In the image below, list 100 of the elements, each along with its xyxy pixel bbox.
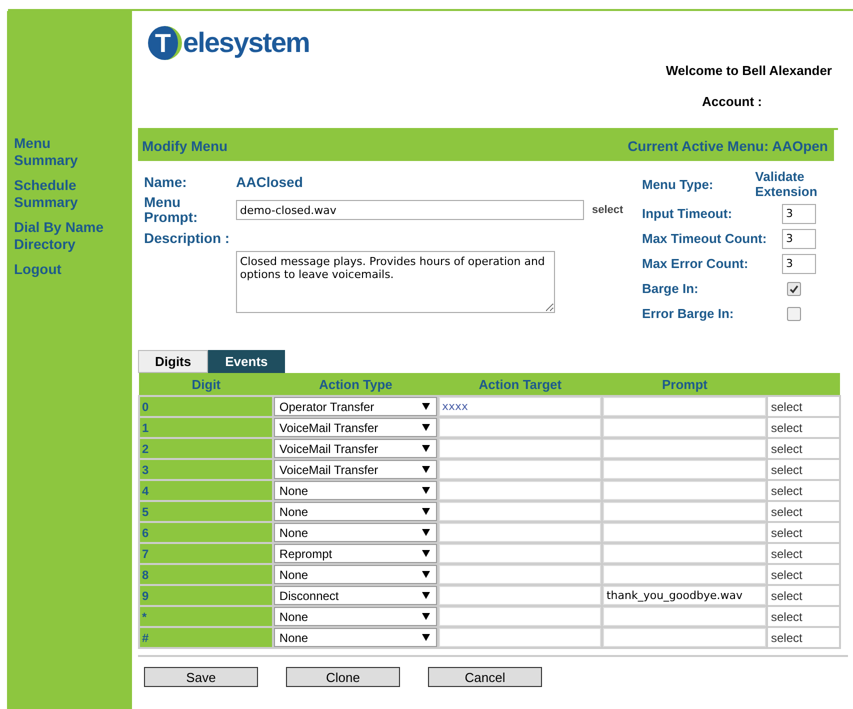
- prompt-field[interactable]: thank_you_goodbye.wav: [603, 586, 766, 605]
- logo-mark: T: [148, 26, 182, 60]
- target-field[interactable]: xxxx: [438, 397, 602, 416]
- caret-icon: [422, 445, 430, 452]
- select-link[interactable]: select: [767, 564, 840, 585]
- caret-icon: [422, 550, 430, 557]
- select-link[interactable]: select: [767, 396, 840, 417]
- menu-type-value: Validate Extension: [755, 169, 818, 199]
- field-label: Menu Prompt:: [144, 195, 199, 225]
- action-dropdown[interactable]: None: [274, 607, 437, 626]
- select-link[interactable]: select: [767, 417, 840, 438]
- welcome-text: Welcome to Bell Alexander: [666, 63, 832, 78]
- select-link[interactable]: select: [767, 480, 840, 501]
- digit-cell: *: [139, 606, 274, 627]
- action-dropdown[interactable]: VoiceMail Transfer: [274, 439, 437, 458]
- nav-link[interactable]: Menu Summary: [7, 135, 114, 169]
- target-field[interactable]: [438, 586, 602, 605]
- prompt-field[interactable]: [603, 502, 766, 521]
- column-header: Digit: [139, 373, 274, 396]
- action-dropdown[interactable]: Reprompt: [274, 544, 437, 563]
- target-field[interactable]: [438, 460, 602, 479]
- select-link[interactable]: select: [767, 543, 840, 564]
- prompt-field[interactable]: [603, 439, 766, 458]
- digit-cell: 0: [139, 396, 274, 417]
- caret-icon: [422, 571, 430, 578]
- field-label: Max Error Count:: [642, 256, 750, 271]
- target-field[interactable]: [438, 439, 602, 458]
- field-label: Max Timeout Count:: [642, 231, 768, 246]
- tab[interactable]: Digits: [138, 350, 208, 373]
- column-header: Action Target: [438, 373, 602, 396]
- action-dropdown[interactable]: VoiceMail Transfer: [274, 460, 437, 479]
- prompt-field[interactable]: [603, 607, 766, 626]
- field-label: Input Timeout:: [642, 206, 734, 221]
- field-label: Menu Type:: [642, 176, 714, 192]
- digit-cell: 9: [139, 585, 274, 606]
- select-link[interactable]: select: [767, 438, 840, 459]
- caret-icon: [422, 508, 430, 515]
- action-dropdown[interactable]: None: [274, 565, 437, 584]
- digit-cell: 2: [139, 438, 274, 459]
- select-link[interactable]: select: [767, 585, 840, 606]
- field-label: Error Barge In:: [642, 306, 735, 321]
- action-dropdown[interactable]: Disconnect: [274, 586, 437, 605]
- nav-link[interactable]: Dial By Name Directory: [7, 219, 114, 253]
- action-dropdown[interactable]: None: [274, 481, 437, 500]
- caret-icon: [422, 592, 430, 599]
- digit-cell: 5: [139, 501, 274, 522]
- account-label: Account :: [702, 94, 762, 109]
- caret-icon: [422, 613, 430, 620]
- prompt-field[interactable]: [603, 418, 766, 437]
- digit-cell: 1: [139, 417, 274, 438]
- prompt-field[interactable]: [603, 481, 766, 500]
- prompt-field[interactable]: [603, 460, 766, 479]
- target-field[interactable]: [438, 418, 602, 437]
- action-dropdown[interactable]: VoiceMail Transfer: [274, 418, 437, 437]
- logo-text: elesystem: [183, 27, 310, 59]
- select-link[interactable]: select: [767, 627, 840, 648]
- target-field[interactable]: [438, 523, 602, 542]
- nav-link[interactable]: Schedule Summary: [7, 177, 114, 211]
- target-field[interactable]: [438, 565, 602, 584]
- action-dropdown[interactable]: None: [274, 502, 437, 521]
- prompt-field[interactable]: [603, 397, 766, 416]
- field-label: Barge In:: [642, 281, 700, 296]
- action-button[interactable]: Cancel: [428, 667, 542, 687]
- digit-cell: 8: [139, 564, 274, 585]
- tab[interactable]: Events: [208, 350, 285, 373]
- checkbox[interactable]: [787, 282, 801, 296]
- target-field[interactable]: [438, 481, 602, 500]
- number-field[interactable]: 3: [782, 204, 816, 224]
- nav-link[interactable]: Logout: [7, 261, 114, 278]
- prompt-field[interactable]: [603, 544, 766, 563]
- field-label: Description :: [144, 230, 231, 246]
- prompt-field[interactable]: [603, 523, 766, 542]
- caret-icon: [422, 634, 430, 641]
- target-field[interactable]: [438, 544, 602, 563]
- description-field[interactable]: Closed message plays. Provides hours of operation and options to leave voicemails.: [236, 251, 555, 313]
- action-button[interactable]: Clone: [286, 667, 400, 687]
- target-field[interactable]: [438, 607, 602, 626]
- prompt-field[interactable]: [603, 628, 766, 647]
- column-header: Action Type: [273, 373, 438, 396]
- number-field[interactable]: 3: [782, 228, 816, 248]
- prompt-field[interactable]: [603, 565, 766, 584]
- caret-icon: [422, 529, 430, 536]
- number-field[interactable]: 3: [782, 254, 816, 274]
- select-link[interactable]: select: [767, 459, 840, 480]
- action-button[interactable]: Save: [144, 667, 258, 687]
- action-dropdown[interactable]: None: [274, 523, 437, 542]
- panel-title: Modify Menu: [142, 138, 228, 154]
- select-link[interactable]: select: [767, 522, 840, 543]
- select-link[interactable]: select: [767, 501, 840, 522]
- target-field[interactable]: [438, 502, 602, 521]
- prompt-field[interactable]: demo-closed.wav: [236, 200, 584, 220]
- select-link[interactable]: select: [767, 606, 840, 627]
- checkbox[interactable]: [787, 306, 801, 320]
- action-dropdown[interactable]: Operator Transfer: [274, 397, 437, 416]
- digit-cell: 7: [139, 543, 274, 564]
- action-dropdown[interactable]: None: [274, 628, 437, 647]
- digit-cell: 3: [139, 459, 274, 480]
- target-field[interactable]: [438, 628, 602, 647]
- caret-icon: [422, 487, 430, 494]
- select-link[interactable]: select: [592, 204, 624, 216]
